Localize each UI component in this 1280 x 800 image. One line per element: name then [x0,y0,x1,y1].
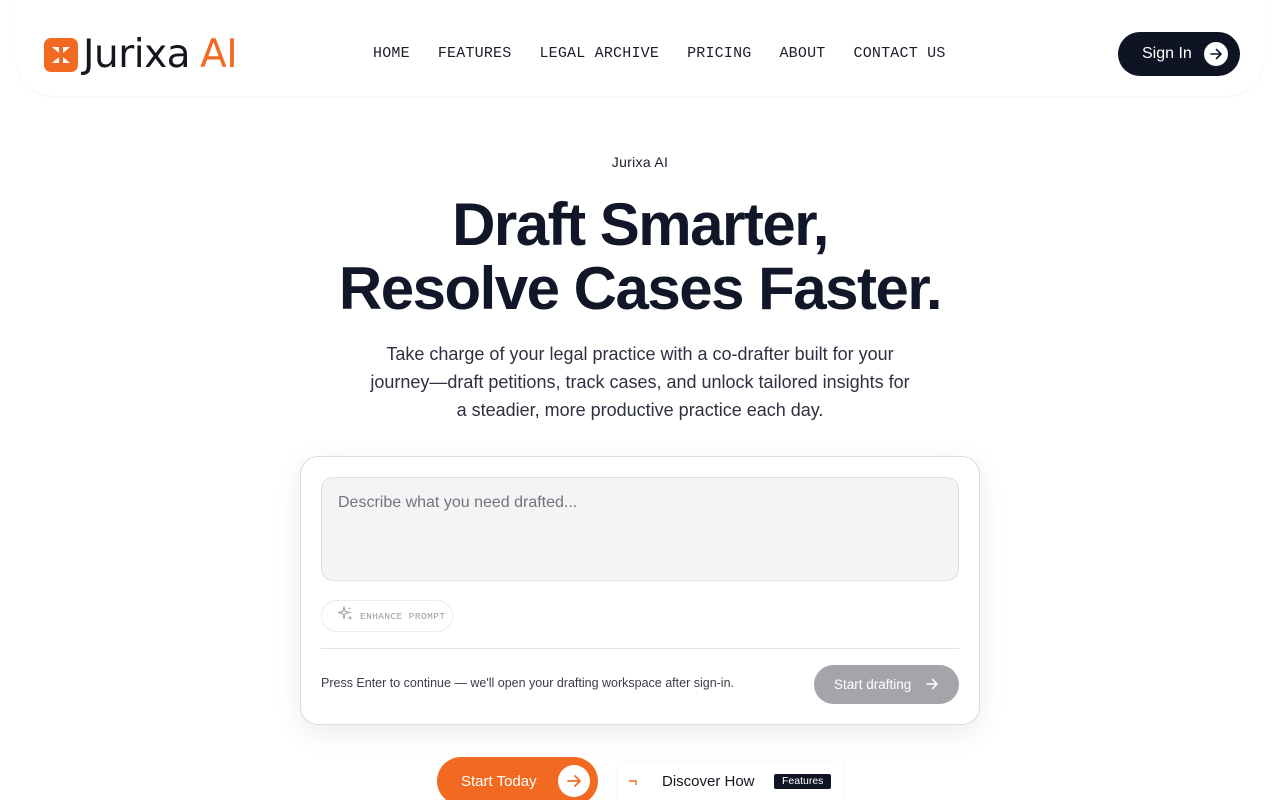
brand-name: Jurixa [83,32,191,77]
enhance-prompt-label: ENHANCE PROMPT [360,610,446,622]
nav-item-about[interactable]: ABOUT [779,44,825,64]
discover-how-button[interactable]: Discover How Features [618,762,843,800]
brand-name-accent: AI [200,32,238,77]
start-drafting-button[interactable]: Start drafting [814,665,959,704]
sign-in-button[interactable]: Sign In [1118,32,1240,76]
arrow-right-icon [558,765,590,797]
enhance-prompt-button[interactable]: ENHANCE PROMPT [321,600,453,632]
start-today-button[interactable]: Start Today [437,757,598,800]
start-today-label: Start Today [461,772,537,790]
draft-prompt-input[interactable] [321,477,959,581]
nav-item-contact-us[interactable]: CONTACT US [854,44,946,64]
sparkle-icon [336,605,353,626]
arrow-right-icon [925,677,939,694]
hero-eyebrow: Jurixa AI [611,154,669,170]
arrow-right-icon [1204,42,1228,66]
sign-in-label: Sign In [1142,45,1192,62]
brand-wordmark: Jurixa AI [83,32,238,77]
features-badge: Features [774,774,832,789]
nav-item-home[interactable]: HOME [373,44,410,64]
logo-mark-icon [44,38,78,72]
discover-how-label: Discover How [662,773,755,790]
corner-arrow-icon [628,775,638,789]
hero-headline-line2: Resolve Cases Faster. [338,255,943,322]
draft-composer-card: ENHANCE PROMPT Press Enter to continue —… [300,456,980,725]
nav-item-features[interactable]: FEATURES [438,44,512,64]
start-drafting-label: Start drafting [834,677,912,692]
composer-divider [321,648,959,649]
main-nav: HOME FEATURES LEGAL ARCHIVE PRICING ABOU… [373,44,946,64]
brand-logo[interactable]: Jurixa AI [44,32,238,77]
nav-item-legal-archive[interactable]: LEGAL ARCHIVE [539,44,659,64]
site-header: Jurixa AI HOME FEATURES LEGAL ARCHIVE PRI… [16,0,1264,96]
nav-item-pricing[interactable]: PRICING [687,44,751,64]
hero-headline: Draft Smarter, Resolve Cases Faster. [0,193,1280,321]
composer-hint: Press Enter to continue — we'll open you… [321,676,735,690]
hero-headline-line1: Draft Smarter, [452,191,829,258]
hero-subtext: Take charge of your legal practice with … [370,344,910,420]
